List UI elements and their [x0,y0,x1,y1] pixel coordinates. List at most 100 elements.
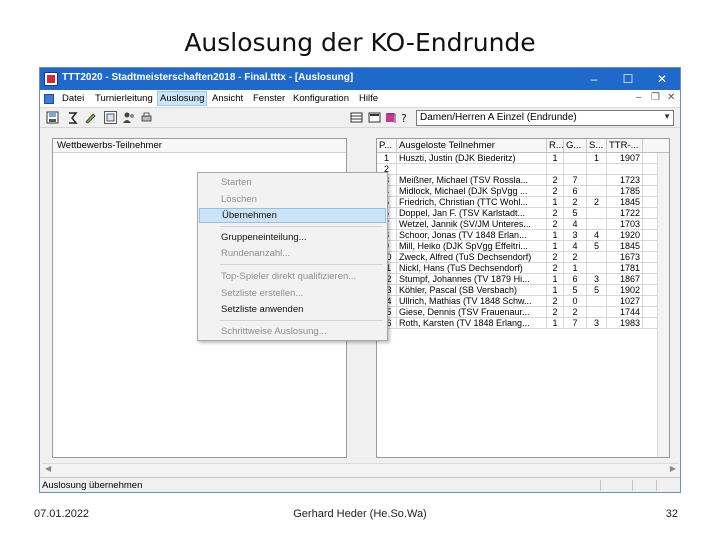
menu-hilfe[interactable]: Hilfe [359,93,378,104]
menu-item-setzliste-anwenden[interactable]: Setzliste anwenden [199,302,386,317]
table-row[interactable]: 12Stumpf, Johannes (TV 1879 Hi...1631867 [377,274,669,285]
save-tool-icon[interactable] [46,111,59,124]
table-row[interactable]: 15Giese, Dennis (TSV Frauenaur...221744 [377,307,669,318]
menu-fenster[interactable]: Fenster [253,93,285,104]
maximize-button[interactable]: ☐ [614,70,642,88]
table-row[interactable]: 6Doppel, Jan F. (TSV Karlstadt...251722 [377,208,669,219]
cell-participant: Köhler, Pascal (SB Versbach) [397,285,547,296]
svg-text:?: ? [401,112,407,124]
cell-g: 7 [564,318,587,329]
cell-r: 1 [547,285,564,296]
menu-item-starten[interactable]: Starten [199,175,386,190]
drawn-participants-table[interactable]: P... Ausgeloste Teilnehmer R... G... S..… [376,138,670,458]
cell-r: 1 [547,197,564,208]
menu-bar: Datei Turnierleitung Auslosung Ansicht F… [40,90,680,108]
competition-select-value: Damen/Herren A Einzel (Endrunde) [420,112,577,123]
menu-item-loeschen[interactable]: Löschen [199,192,386,207]
table-row[interactable]: 13Köhler, Pascal (SB Versbach)1551902 [377,285,669,296]
table-row[interactable]: 2 [377,164,669,175]
table-tool-icon[interactable] [350,111,363,124]
close-button[interactable]: ✕ [648,70,676,88]
cell-r [547,164,564,175]
table-row[interactable]: 10Zweck, Alfred (TuS Dechsendorf)221673 [377,252,669,263]
book-tool-icon[interactable] [384,111,397,124]
cell-ttr: 1722 [607,208,643,219]
menu-turnierleitung[interactable]: Turnierleitung [95,93,153,104]
mdi-child-icon[interactable] [44,94,54,104]
cell-participant: Schoor, Jonas (TV 1848 Erlan... [397,230,547,241]
menu-auslosung[interactable]: Auslosung [157,91,208,106]
menu-item-setzliste-erstellen[interactable]: Setzliste erstellen... [199,286,386,301]
table-row[interactable]: 16Roth, Karsten (TV 1848 Erlang...173198… [377,318,669,329]
menu-item-rundenanzahl[interactable]: Rundenanzahl... [199,246,386,261]
mdi-restore-button[interactable]: ❐ [651,92,660,103]
cell-participant: Doppel, Jan F. (TSV Karlstadt... [397,208,547,219]
application-window: TTT2020 - Stadtmeisterschaften2018 - Fin… [39,67,681,493]
cell-ttr: 1907 [607,153,643,164]
column-header-ttr[interactable]: TTR-... [607,139,643,153]
table-row[interactable]: 11Nickl, Hans (TuS Dechsendorf)211781 [377,263,669,274]
menu-item-gruppeneinteilung[interactable]: Gruppeneinteilung... [199,230,386,245]
cell-r: 2 [547,296,564,307]
cell-g [564,153,587,164]
cell-s [587,164,607,175]
menu-datei[interactable]: Datei [62,93,84,104]
help-tool-icon[interactable]: ? [398,111,411,125]
cell-ttr: 1845 [607,197,643,208]
participants-list-header[interactable]: Wettbewerbs-Teilnehmer [53,139,346,153]
menu-item-uebernehmen[interactable]: Übernehmen [199,208,386,223]
menu-ansicht[interactable]: Ansicht [212,93,243,104]
table-row[interactable]: 14Ullrich, Mathias (TV 1848 Schw...20102… [377,296,669,307]
cell-g: 2 [564,252,587,263]
cell-ttr: 1781 [607,263,643,274]
competition-select[interactable]: Damen/Herren A Einzel (Endrunde) ▼ [416,110,674,126]
cell-s [587,186,607,197]
cell-ttr: 1867 [607,274,643,285]
ranking-tool-icon[interactable] [66,111,79,124]
cell-s: 5 [587,285,607,296]
edit-tool-icon[interactable] [84,111,97,124]
cell-s: 1 [587,153,607,164]
cell-participant: Zweck, Alfred (TuS Dechsendorf) [397,252,547,263]
vertical-scrollbar[interactable] [657,153,669,457]
scroll-right-icon[interactable]: ▶ [670,464,676,473]
cell-participant: Friedrich, Christian (TTC Wohl... [397,197,547,208]
auslosung-menu: Starten Löschen Übernehmen Gruppeneintei… [197,172,388,341]
mdi-minimize-button[interactable]: – [636,92,642,103]
column-header-position[interactable]: P... [377,139,397,153]
window-titlebar[interactable]: TTT2020 - Stadtmeisterschaften2018 - Fin… [40,68,680,90]
table-row[interactable]: 7Wetzel, Jannik (SV/JM Unteres...241703 [377,219,669,230]
menu-konfiguration[interactable]: Konfiguration [293,93,349,104]
list-tool-icon[interactable] [368,111,381,124]
mdi-close-button[interactable]: ✕ [667,92,675,103]
scroll-left-icon[interactable]: ◀ [45,464,51,473]
table-row[interactable]: 9Mill, Heiko (DJK SpVgg Effeltri...14518… [377,241,669,252]
people-tool-icon[interactable] [122,111,135,124]
menu-separator [220,226,383,227]
column-header-g[interactable]: G... [564,139,587,153]
print-tool-icon[interactable] [140,111,153,124]
table-row[interactable]: 8Schoor, Jonas (TV 1848 Erlan...1341920 [377,230,669,241]
cell-participant: Huszti, Justin (DJK Biederitz) [397,153,547,164]
table-row[interactable]: 5Friedrich, Christian (TTC Wohl...122184… [377,197,669,208]
table-row[interactable]: 1 Huszti, Justin (DJK Biederitz) 1 1 1907 [377,153,669,164]
cell-participant: Roth, Karsten (TV 1848 Erlang... [397,318,547,329]
chevron-down-icon[interactable]: ▼ [663,112,671,121]
draw-tool-icon[interactable] [104,111,117,124]
table-row[interactable]: 4Midlock, Michael (DJK SpVgg ...261785 [377,186,669,197]
column-header-participant[interactable]: Ausgeloste Teilnehmer [397,139,547,153]
cell-g: 7 [564,175,587,186]
column-header-s[interactable]: S... [587,139,607,153]
cell-g: 5 [564,208,587,219]
table-row[interactable]: 3Meißner, Michael (TSV Rossla...271723 [377,175,669,186]
menu-item-top-spieler[interactable]: Top-Spieler direkt qualifizieren... [199,269,386,284]
cell-participant: Mill, Heiko (DJK SpVgg Effeltri... [397,241,547,252]
cell-position: 1 [377,153,397,164]
cell-participant: Meißner, Michael (TSV Rossla... [397,175,547,186]
column-header-r[interactable]: R... [547,139,564,153]
menu-item-schrittweise-auslosung[interactable]: Schrittweise Auslosung... [199,324,386,339]
horizontal-scrollbar[interactable]: ◀ ▶ [42,463,679,475]
minimize-button[interactable]: – [580,70,608,88]
cell-g: 5 [564,285,587,296]
cell-s [587,252,607,263]
